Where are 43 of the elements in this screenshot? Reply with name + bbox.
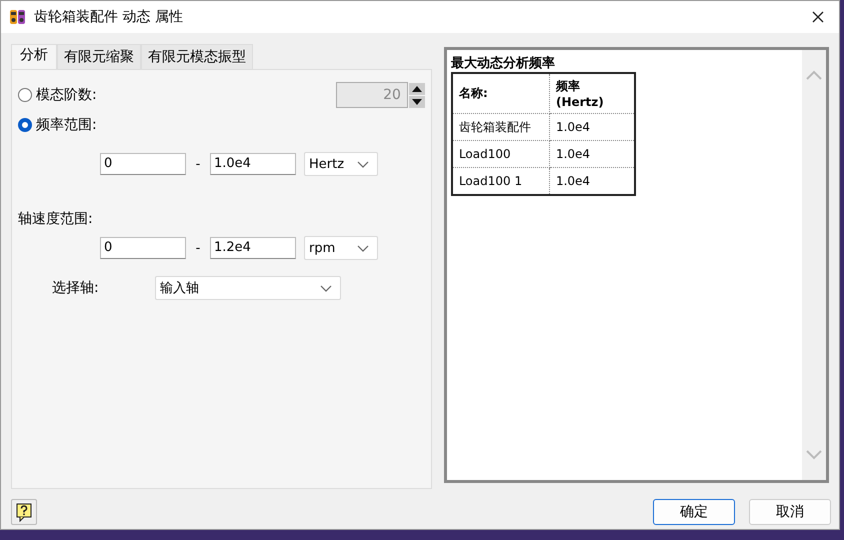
- range-separator: -: [194, 240, 202, 256]
- table-cell: Load100: [452, 140, 550, 168]
- tab[interactable]: 有限元模态振型: [141, 44, 253, 69]
- scroll-down-icon: [806, 450, 822, 460]
- app-icon: [9, 9, 26, 25]
- chevron-down-icon: [357, 160, 369, 168]
- table-cell: 齿轮箱装配件: [452, 114, 550, 140]
- tab[interactable]: 有限元缩聚: [57, 44, 141, 69]
- spin-down-button[interactable]: [408, 96, 425, 108]
- dialog-button[interactable]: 确定: [653, 499, 735, 525]
- help-icon: [16, 502, 32, 522]
- scroll-up-icon: [806, 70, 822, 80]
- option-label: 模态阶数:: [36, 86, 97, 104]
- table-cell: 1.0e4: [549, 114, 635, 140]
- tab[interactable]: 分析: [11, 44, 57, 69]
- table-cell: Load100 1: [452, 168, 550, 195]
- dialog-button[interactable]: 取消: [749, 499, 831, 525]
- option-label: 频率范围:: [36, 116, 97, 134]
- column-header: 频率 (Hertz): [549, 73, 635, 114]
- column-header: 名称:: [452, 73, 550, 114]
- table-cell: 1.0e4: [549, 168, 635, 195]
- chevron-down-icon: [320, 284, 332, 292]
- window-title: 齿轮箱装配件 动态 属性: [34, 8, 184, 26]
- radio-button[interactable]: [18, 118, 32, 132]
- section-label: 轴速度范围:: [18, 210, 94, 229]
- chevron-down-icon: [357, 244, 369, 252]
- shaft-dropdown[interactable]: 输入轴: [155, 276, 341, 300]
- help-button[interactable]: [11, 499, 37, 525]
- to-field[interactable]: 1.0e4: [210, 153, 296, 175]
- table-cell: 1.0e4: [549, 140, 635, 168]
- results-title: 最大动态分析频率: [450, 54, 556, 72]
- shaft-label: 选择轴:: [51, 279, 100, 297]
- unit-dropdown[interactable]: Hertz: [304, 152, 378, 176]
- triangle-down-icon: [412, 98, 422, 104]
- radio-button[interactable]: [18, 88, 32, 102]
- spin-up-button[interactable]: [408, 82, 425, 94]
- from-field[interactable]: 0: [100, 153, 186, 175]
- to-field[interactable]: 1.2e4: [210, 237, 296, 259]
- unit-dropdown[interactable]: rpm: [304, 236, 378, 260]
- from-field[interactable]: 0: [100, 237, 186, 259]
- triangle-up-icon: [412, 86, 422, 92]
- close-icon: [812, 11, 824, 23]
- range-separator: -: [194, 156, 202, 172]
